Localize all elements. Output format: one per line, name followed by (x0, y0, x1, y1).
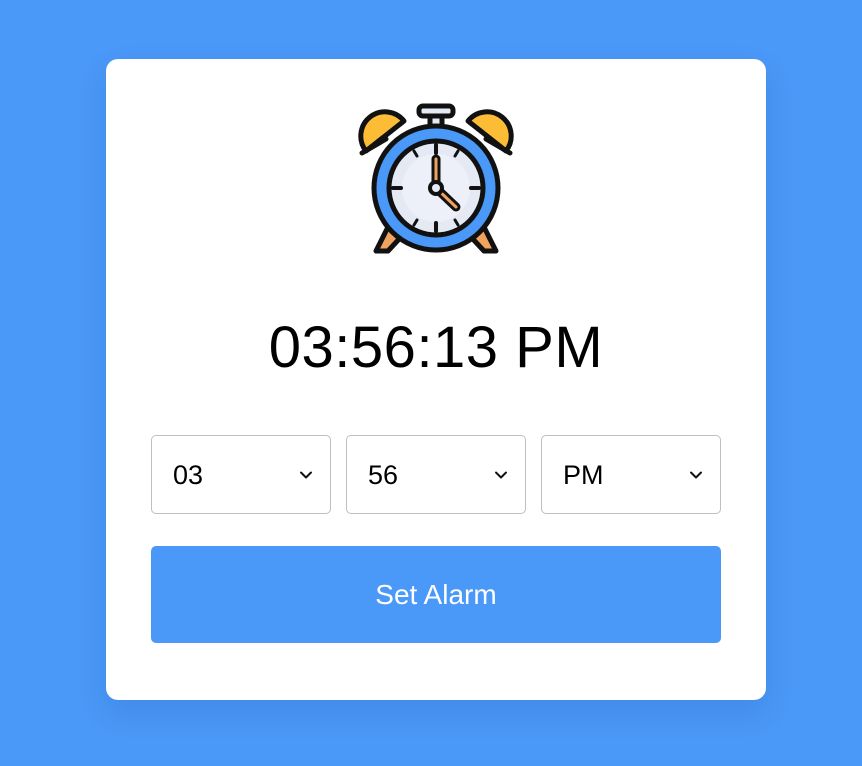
current-time: 03:56:13 PM (268, 315, 604, 380)
minute-select-value: 56 (368, 460, 399, 490)
hour-select[interactable]: 03 (151, 435, 331, 514)
chevron-down-icon (690, 471, 702, 479)
alarm-card: 03:56:13 PM 03 56 PM Set Alarm (106, 59, 766, 700)
set-alarm-button[interactable]: Set Alarm (151, 546, 721, 643)
alarm-time-selectors: 03 56 PM (151, 435, 721, 516)
period-select-value: PM (563, 460, 604, 490)
hour-select-value: 03 (173, 460, 204, 490)
chevron-down-icon (495, 471, 507, 479)
alarm-clock-icon (358, 103, 514, 254)
minute-select[interactable]: 56 (346, 435, 526, 514)
chevron-down-icon (300, 471, 312, 479)
period-select[interactable]: PM (541, 435, 721, 514)
